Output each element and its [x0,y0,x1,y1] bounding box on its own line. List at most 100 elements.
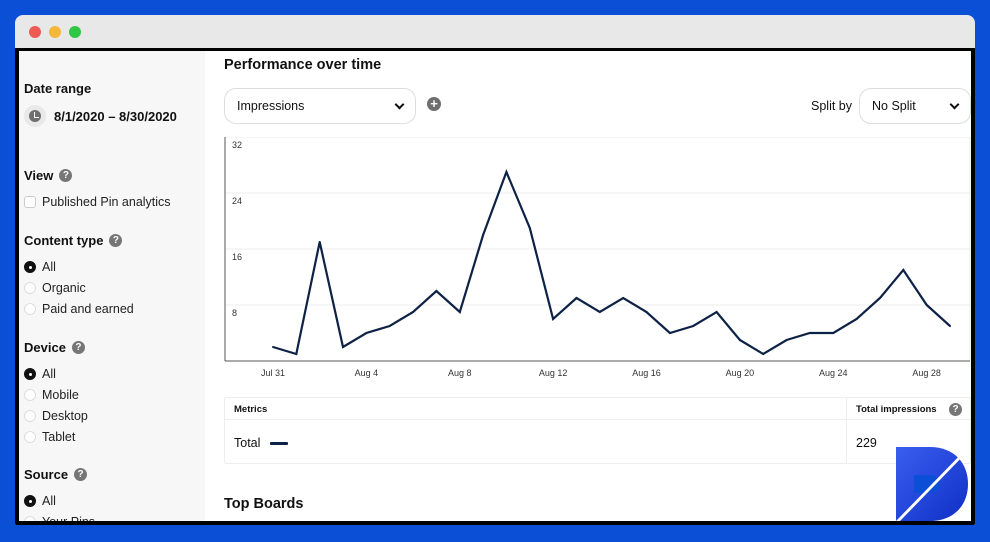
data-point [528,227,531,229]
split-select-value: No Split [872,99,916,113]
filters-sidebar: Date range 8/1/2020 – 8/30/2020 View ? P… [19,51,205,521]
main-panel: Performance over time Impressions + Spli… [205,51,971,521]
radio-icon[interactable] [24,389,36,401]
total-label: Total [234,436,261,450]
data-point [878,297,881,299]
x-tick-label: Aug 12 [539,368,568,378]
data-point [949,325,951,327]
data-point [738,339,741,341]
help-icon[interactable]: ? [109,234,123,247]
source-option-your-pins[interactable]: Your Pins [24,515,95,521]
radio-selected-icon[interactable] [24,495,36,507]
data-point [785,339,788,341]
data-point [808,332,811,334]
checkbox-icon[interactable] [24,196,36,208]
data-point [715,311,718,313]
radio-icon[interactable] [24,282,36,294]
option-label: All [42,367,56,381]
add-metric-icon[interactable]: + [427,97,441,111]
data-point [272,346,274,348]
option-label: Mobile [42,388,79,402]
total-row-label: Total [234,436,289,450]
data-point [668,332,671,334]
data-point [342,346,345,348]
data-point [762,353,765,355]
minimize-window-button[interactable] [49,26,61,38]
metric-select[interactable]: Impressions [224,88,416,124]
view-title-text: View [24,168,54,183]
radio-icon[interactable] [24,431,36,443]
option-label: Tablet [42,430,76,444]
maximize-window-button[interactable] [69,26,81,38]
data-point [902,269,905,271]
device-title: Device ? [24,340,85,355]
data-point [318,241,321,243]
data-point [435,290,438,292]
source-option-all[interactable]: All [24,494,56,508]
option-label: All [42,494,56,508]
published-pin-analytics-checkbox[interactable]: Published Pin analytics [24,195,171,209]
data-point [388,325,391,327]
help-icon[interactable]: ? [71,341,85,354]
data-point [412,311,415,313]
data-point [692,325,695,327]
source-title: Source ? [24,467,88,482]
window-frame: Date range 8/1/2020 – 8/30/2020 View ? P… [15,48,975,525]
radio-icon[interactable] [24,516,36,521]
help-icon[interactable]: ? [74,468,88,481]
metric-select-value: Impressions [237,99,305,113]
data-point [552,318,555,320]
content-type-option-paid[interactable]: Paid and earned [24,302,134,316]
y-tick-label: 16 [232,252,242,262]
data-point [505,171,508,173]
total-impressions-header: Total impressions [856,404,937,415]
x-tick-label: Jul 31 [261,368,285,378]
data-point [645,311,648,313]
view-title: View ? [24,168,73,183]
close-window-button[interactable] [29,26,41,38]
split-by-select[interactable]: No Split [859,88,971,124]
date-range-title-text: Date range [24,81,92,96]
radio-selected-icon[interactable] [24,261,36,273]
data-point [855,318,858,320]
content-type-option-all[interactable]: All [24,260,56,274]
radio-icon[interactable] [24,410,36,422]
split-by-label: Split by [811,99,852,113]
x-tick-label: Aug 4 [355,368,379,378]
metrics-header-row: Metrics Total impressions ? [225,398,970,420]
metrics-header: Metrics [234,404,268,415]
x-tick-label: Aug 20 [726,368,755,378]
window-titlebar [15,15,975,48]
option-label: Desktop [42,409,88,423]
y-tick-label: 8 [232,308,237,318]
x-tick-label: Aug 8 [448,368,472,378]
help-icon[interactable]: ? [59,169,73,182]
page-title: Performance over time [224,57,382,73]
radio-selected-icon[interactable] [24,368,36,380]
x-tick-label: Aug 16 [632,368,661,378]
device-option-all[interactable]: All [24,367,56,381]
data-point [482,234,485,236]
chevron-down-icon [394,99,405,109]
help-icon[interactable]: ? [949,403,962,416]
x-tick-label: Aug 24 [819,368,848,378]
option-label: All [42,260,56,274]
column-divider [846,398,847,463]
impressions-chart: 8 16 24 32 Jul 31 Aug 4 Aug 8 Aug 12 Aug 16 Aug 2… [224,137,971,387]
date-range-picker[interactable]: 8/1/2020 – 8/30/2020 [24,105,177,127]
date-range-value: 8/1/2020 – 8/30/2020 [54,108,177,124]
data-point [575,297,578,299]
radio-icon[interactable] [24,303,36,315]
device-option-tablet[interactable]: Tablet [24,430,75,444]
legend-line-icon [270,441,289,445]
device-option-desktop[interactable]: Desktop [24,409,88,423]
data-point [622,297,625,299]
browser-window: Date range 8/1/2020 – 8/30/2020 View ? P… [15,15,975,525]
date-range-title: Date range [24,81,91,96]
chevron-down-icon [949,99,960,109]
x-tick-label: Aug 28 [912,368,941,378]
y-tick-label: 32 [232,140,242,150]
device-option-mobile[interactable]: Mobile [24,388,79,402]
data-point [832,332,835,334]
content-type-option-organic[interactable]: Organic [24,281,86,295]
